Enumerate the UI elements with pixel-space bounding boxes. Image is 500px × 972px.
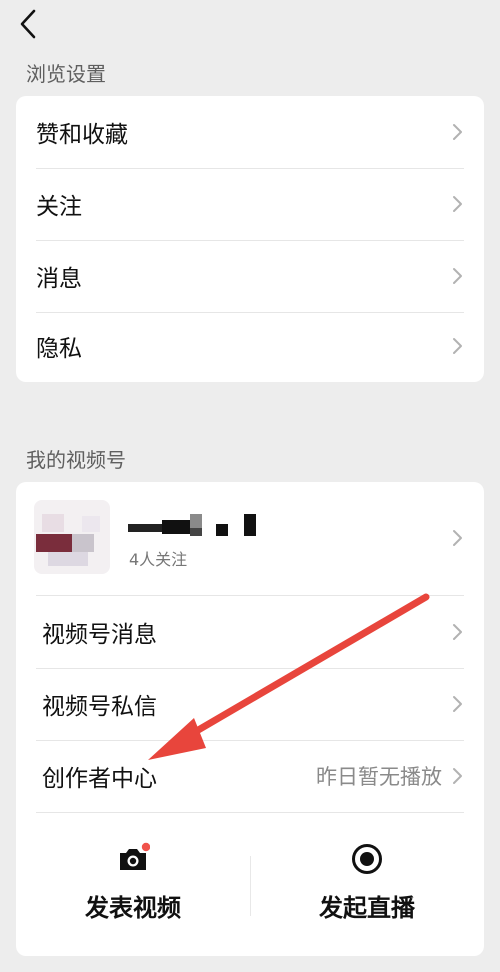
channel-profile-row[interactable]: 4人关注 xyxy=(16,482,484,595)
post-video-button[interactable]: 发表视频 xyxy=(16,814,250,956)
section-title-my-channels: 我的视频号 xyxy=(26,448,126,472)
settings-item-privacy[interactable]: 隐私 xyxy=(16,310,484,382)
channel-actions: 发表视频 发起直播 xyxy=(16,814,484,956)
browse-settings-card: 赞和收藏 关注 消息 隐私 xyxy=(16,96,484,382)
settings-item-label: 关注 xyxy=(36,194,82,220)
go-live-button[interactable]: 发起直播 xyxy=(250,814,484,956)
chevron-left-icon xyxy=(20,9,36,39)
creator-center-status: 昨日暂无播放 xyxy=(316,765,442,789)
channel-item-label: 视频号私信 xyxy=(42,694,157,720)
avatar xyxy=(34,500,110,574)
channel-item-label: 创作者中心 xyxy=(42,766,157,792)
back-button[interactable] xyxy=(14,6,44,42)
channel-item-private-messages[interactable]: 视频号私信 xyxy=(16,668,484,740)
channel-item-label: 视频号消息 xyxy=(42,622,157,648)
chevron-right-icon xyxy=(453,124,462,140)
settings-item-likes-favorites[interactable]: 赞和收藏 xyxy=(16,96,484,168)
channel-item-creator-center[interactable]: 创作者中心 昨日暂无播放 xyxy=(16,740,484,812)
chevron-right-icon xyxy=(453,530,462,546)
channel-name-pixelated xyxy=(128,514,256,536)
settings-item-follow[interactable]: 关注 xyxy=(16,168,484,240)
live-record-icon xyxy=(352,844,382,874)
chevron-right-icon xyxy=(453,696,462,712)
divider xyxy=(36,812,464,813)
post-video-label: 发表视频 xyxy=(85,894,181,922)
settings-item-label: 赞和收藏 xyxy=(36,122,128,148)
settings-item-label: 消息 xyxy=(36,266,82,292)
settings-item-messages[interactable]: 消息 xyxy=(16,240,484,312)
follower-count: 4人关注 xyxy=(129,550,188,569)
section-title-browse-settings: 浏览设置 xyxy=(26,62,106,86)
camera-icon xyxy=(120,842,150,870)
chevron-right-icon xyxy=(453,338,462,354)
notification-dot-icon xyxy=(141,842,150,852)
my-channels-card: 4人关注 视频号消息 视频号私信 创作者中心 昨日暂无播放 发表视频 发起直播 xyxy=(16,482,484,956)
chevron-right-icon xyxy=(453,624,462,640)
chevron-right-icon xyxy=(453,268,462,284)
chevron-right-icon xyxy=(453,768,462,784)
settings-item-label: 隐私 xyxy=(36,336,82,362)
go-live-label: 发起直播 xyxy=(319,894,415,922)
channel-item-messages[interactable]: 视频号消息 xyxy=(16,596,484,668)
chevron-right-icon xyxy=(453,196,462,212)
